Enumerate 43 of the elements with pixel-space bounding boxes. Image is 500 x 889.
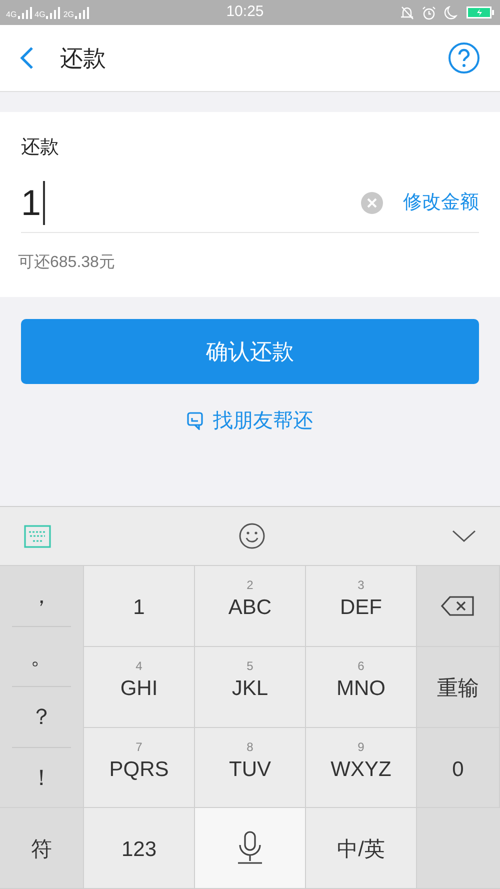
- back-icon[interactable]: [20, 46, 34, 70]
- keyboard-icon[interactable]: [24, 524, 51, 548]
- keyboard-key[interactable]: 重输: [417, 646, 500, 728]
- amount-input[interactable]: 1: [21, 176, 361, 230]
- collapse-icon[interactable]: [452, 529, 476, 543]
- chat-icon: [187, 412, 205, 430]
- keyboard-key[interactable]: 5 JKL: [195, 646, 306, 728]
- status-time: 10:25: [225, 2, 265, 22]
- keyboard-key[interactable]: 7 PQRS: [84, 728, 195, 808]
- signal-icon: [18, 6, 32, 18]
- keyboard-key[interactable]: 1: [84, 566, 195, 647]
- available-amount: 可还685.38元: [18, 252, 116, 272]
- emoji-icon[interactable]: [238, 523, 264, 549]
- signal-icon: [75, 6, 90, 18]
- keyboard-key[interactable]: 6 MNO: [306, 646, 417, 728]
- keyboard-key[interactable]: 123: [84, 808, 195, 889]
- microphone-icon: [235, 830, 265, 866]
- keyboard-key[interactable]: 0: [417, 728, 500, 808]
- help-icon[interactable]: [448, 42, 480, 74]
- signal-icon: [46, 6, 60, 18]
- network-label: 4G: [34, 10, 46, 18]
- voice-key[interactable]: [195, 808, 306, 889]
- repay-label: 还款: [21, 136, 60, 160]
- keyboard-key[interactable]: 9 WXYZ: [306, 728, 417, 808]
- symbol-key[interactable]: ！: [12, 748, 71, 808]
- backspace-icon: [441, 594, 475, 617]
- network-label: 4G: [6, 10, 17, 18]
- keyboard-key[interactable]: 8 TUV: [195, 728, 306, 808]
- page-title: 还款: [60, 44, 107, 73]
- bell-off-icon: [400, 6, 414, 20]
- network-label: 2G: [63, 10, 74, 18]
- battery-icon: [466, 6, 494, 19]
- symbol-key[interactable]: ，: [12, 566, 71, 627]
- keyboard-key[interactable]: 3 DEF: [306, 566, 417, 647]
- keyboard-key[interactable]: 中/英: [306, 808, 417, 889]
- backspace-key[interactable]: [417, 566, 500, 647]
- moon-icon: [444, 6, 458, 20]
- keyboard-key[interactable]: 2 ABC: [195, 566, 306, 647]
- keyboard-key[interactable]: 4 GHI: [84, 646, 195, 728]
- keyboard-key[interactable]: 符: [0, 808, 84, 889]
- alarm-icon: [422, 6, 436, 20]
- symbol-key[interactable]: 。: [12, 626, 71, 688]
- symbol-key[interactable]: ？: [12, 687, 71, 748]
